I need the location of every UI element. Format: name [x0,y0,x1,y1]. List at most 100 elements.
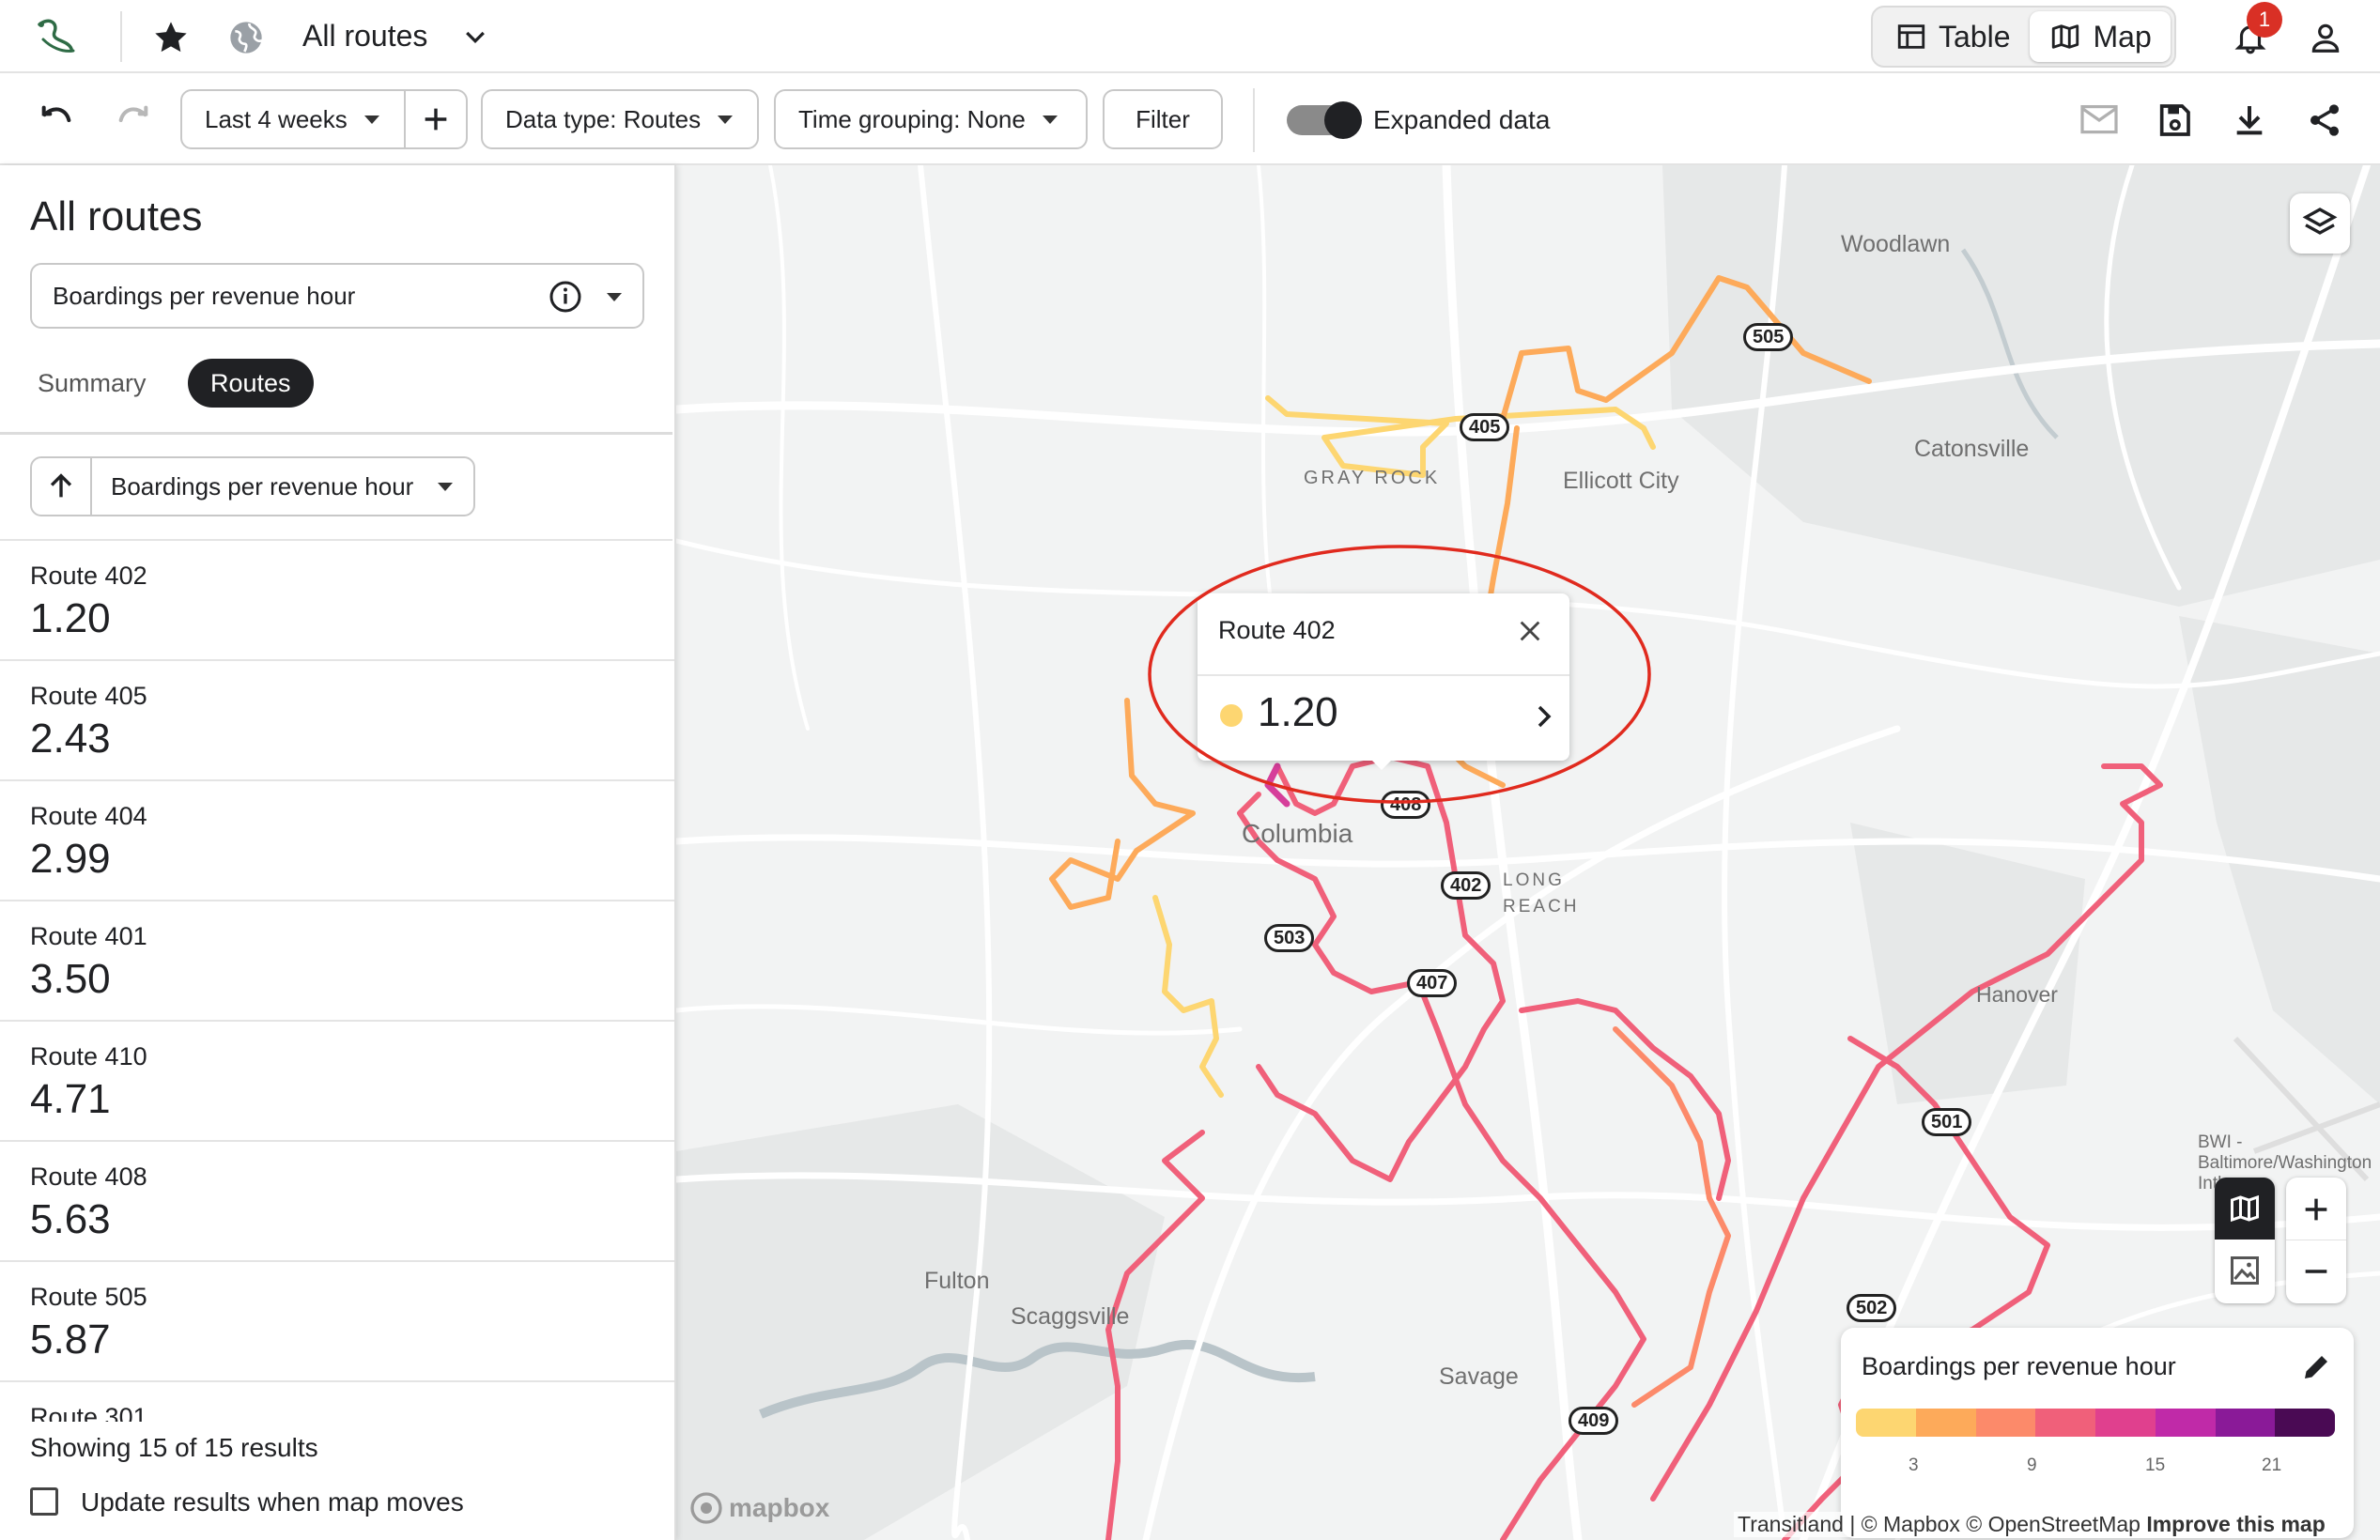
sort-metric-label: Boardings per revenue hour [111,471,414,500]
date-range-select[interactable]: Last 4 weeks [180,89,408,149]
route-shield[interactable]: 407 [1407,969,1458,997]
improve-map-link[interactable]: Improve this map [2146,1512,2325,1536]
map-view-label: Map [2093,19,2152,54]
sort-metric-select[interactable]: Boardings per revenue hour [92,471,454,501]
map-icon [2051,24,2079,49]
undo-icon[interactable] [28,98,85,143]
download-icon[interactable] [2224,98,2275,143]
route-shield[interactable]: 405 [1460,413,1510,441]
satellite-style-button[interactable] [2215,1240,2275,1301]
place-label: Fulton [924,1268,990,1294]
view-toggle: Table Map [1871,6,2176,68]
place-label: LONG REACH [1503,870,1580,916]
page-title: All routes [302,19,428,53]
plus-icon [2305,1198,2327,1220]
caret-down-icon [363,115,379,124]
route-value: 4.71 [30,1076,111,1122]
zoom-out-button[interactable] [2286,1240,2346,1302]
mapbox-logo[interactable]: mapbox [689,1491,829,1525]
route-value: 2.99 [30,836,111,882]
save-icon[interactable] [2149,98,2200,143]
map-canvas[interactable]: Woodlawn Catonsville Ellicott City GRAY … [676,165,2380,1540]
data-type-select[interactable]: Data type: Routes [481,89,759,149]
annotation-ellipse [1148,545,1651,804]
filter-button[interactable]: Filter [1103,89,1223,149]
sort-direction-button[interactable] [32,458,92,515]
route-shield[interactable]: 409 [1569,1407,1619,1435]
layers-icon [2302,208,2338,235]
expanded-data-label: Expanded data [1373,105,1551,134]
list-item[interactable]: Route 408 5.63 [0,1142,674,1262]
sidebar-divider [0,432,672,435]
tab-routes[interactable]: Routes [188,359,314,408]
route-shield[interactable]: 502 [1847,1294,1897,1322]
globe-icon[interactable] [224,15,269,60]
caret-down-icon [607,293,622,301]
expanded-data-toggle[interactable] [1287,101,1362,139]
legend-color-scale [1856,1409,2335,1437]
info-icon[interactable] [549,280,582,314]
app-logo-icon[interactable] [26,9,85,64]
list-item[interactable]: Route 401 3.50 [0,901,674,1022]
toolbar: Last 4 weeks Data type: Routes Time grou… [0,75,2380,165]
update-results-checkbox[interactable] [30,1487,58,1516]
legend-swatch [1856,1409,1916,1437]
legend-swatch [2215,1409,2276,1437]
legend-swatch [1915,1409,1976,1437]
legend-tick: 9 [2027,1455,2037,1475]
streets-style-button[interactable] [2215,1178,2275,1240]
minus-icon [2305,1270,2327,1273]
route-name: Route 402 [30,562,147,590]
list-item[interactable]: Route 404 2.99 [0,781,674,901]
route-shield[interactable]: 402 [1441,871,1491,900]
list-item[interactable]: Route 402 1.20 [0,541,674,661]
redo-icon[interactable] [105,98,162,143]
legend-swatch [2155,1409,2216,1437]
date-range-label: Last 4 weeks [205,104,348,133]
pencil-icon [2305,1356,2327,1378]
route-value: 5.87 [30,1317,111,1363]
zoom-in-button[interactable] [2286,1178,2346,1240]
route-name: Route 405 [30,682,147,710]
route-shield[interactable]: 503 [1264,924,1315,952]
table-icon [1897,24,1925,49]
results-footer: Showing 15 of 15 results Update results … [0,1422,674,1540]
map-view-button[interactable]: Map [2029,11,2171,62]
notification-badge: 1 [2247,2,2282,38]
route-value: 3.50 [30,956,111,1002]
route-408-line [1613,1026,1731,1408]
place-label: Hanover [1976,982,2058,1007]
attribution-text: Transitland | © Mapbox © OpenStreetMap [1738,1512,2140,1536]
filter-label: Filter [1136,104,1190,133]
email-icon[interactable] [2074,98,2125,143]
mapbox-icon [690,1492,722,1524]
add-date-range-button[interactable] [404,89,468,149]
account-icon[interactable] [2303,15,2348,60]
route-410-line [1519,998,1731,1201]
route-value: 2.43 [30,716,111,762]
list-item[interactable]: Route 405 2.43 [0,661,674,781]
list-item[interactable]: Route 410 4.71 [0,1022,674,1142]
metric-select[interactable]: Boardings per revenue hour [30,263,644,329]
legend-title: Boardings per revenue hour [1862,1352,2176,1380]
list-item[interactable]: Route 505 5.87 [0,1262,674,1382]
route-shield[interactable]: 505 [1743,323,1794,351]
table-view-button[interactable]: Table [1877,11,2030,62]
edit-legend-button[interactable] [2295,1347,2337,1388]
layers-button[interactable] [2290,193,2350,254]
tab-summary[interactable]: Summary [15,359,169,408]
time-grouping-select[interactable]: Time grouping: None [774,89,1088,149]
caret-down-icon [718,115,734,124]
share-icon[interactable] [2299,98,2350,143]
place-label: Catonsville [1914,436,2030,462]
place-label: Columbia [1242,819,1353,848]
star-icon[interactable] [148,15,193,60]
chevron-down-icon[interactable] [455,17,496,58]
mapbox-wordmark: mapbox [729,1493,830,1522]
place-label: Woodlawn [1841,231,1951,257]
legend-tick: 3 [1909,1455,1919,1475]
route-shield[interactable]: 501 [1922,1108,1972,1136]
sidebar-title: All routes [30,193,203,239]
legend-tick: 21 [2262,1455,2282,1475]
legend-swatch [1975,1409,2036,1437]
